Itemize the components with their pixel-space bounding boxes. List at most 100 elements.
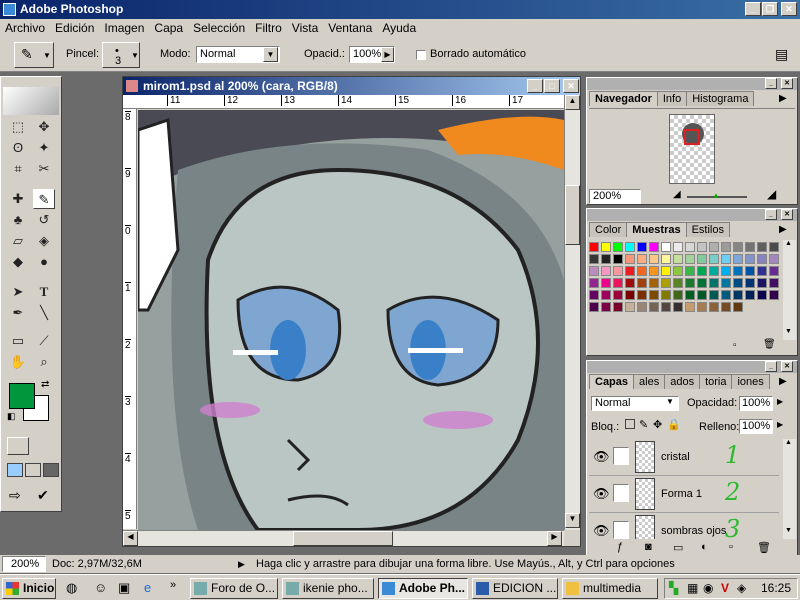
- layers-scrollbar[interactable]: ▲ ▼: [783, 439, 796, 539]
- color-swatch[interactable]: [733, 242, 743, 252]
- maximize-button[interactable]: ❐: [762, 2, 778, 16]
- color-swatch[interactable]: [661, 242, 671, 252]
- scroll-down-arrow-icon[interactable]: ▼: [785, 527, 792, 534]
- color-swatch[interactable]: [733, 266, 743, 276]
- color-swatch[interactable]: [721, 278, 731, 288]
- color-swatch[interactable]: [685, 254, 695, 264]
- line-tool-icon[interactable]: ╲: [33, 303, 55, 323]
- color-swatch[interactable]: [673, 242, 683, 252]
- color-swatch[interactable]: [769, 266, 779, 276]
- color-swatch[interactable]: [697, 278, 707, 288]
- brush-picker[interactable]: • 3 ▼: [102, 42, 140, 68]
- panel-tab[interactable]: toria: [699, 374, 733, 389]
- color-swatch[interactable]: [745, 242, 755, 252]
- color-swatch[interactable]: [745, 254, 755, 264]
- auto-erase-checkbox[interactable]: [416, 50, 426, 60]
- color-swatch[interactable]: [625, 254, 635, 264]
- color-swatch[interactable]: [697, 290, 707, 300]
- color-swatch[interactable]: [661, 290, 671, 300]
- eye-icon[interactable]: 👁: [593, 523, 610, 539]
- edit-in-imageready-icon[interactable]: ✔: [37, 487, 49, 504]
- panel-close-button[interactable]: ✕: [781, 78, 793, 89]
- color-swatch[interactable]: [697, 266, 707, 276]
- doc-close-button[interactable]: ✕: [563, 79, 579, 93]
- color-swatch[interactable]: [661, 266, 671, 276]
- scroll-left-arrow-icon[interactable]: ◀: [123, 531, 138, 546]
- scroll-up-arrow-icon[interactable]: ▲: [785, 439, 792, 446]
- color-swatch[interactable]: [697, 242, 707, 252]
- color-swatch[interactable]: [661, 278, 671, 288]
- lock-all-icon[interactable]: 🔒: [667, 418, 681, 431]
- panel-minimize-button[interactable]: _: [765, 361, 777, 372]
- color-swatch[interactable]: [709, 290, 719, 300]
- color-swatch[interactable]: [613, 302, 623, 312]
- color-swatch[interactable]: [673, 278, 683, 288]
- color-swatch[interactable]: [697, 254, 707, 264]
- color-swatch[interactable]: [625, 278, 635, 288]
- screen-mode-standard-icon[interactable]: [7, 463, 23, 477]
- color-swatch[interactable]: [709, 302, 719, 312]
- color-swatch[interactable]: [733, 254, 743, 264]
- slice-tool-icon[interactable]: ✂: [33, 159, 55, 179]
- color-swatch[interactable]: [745, 290, 755, 300]
- color-swatch[interactable]: [673, 266, 683, 276]
- color-swatch[interactable]: [673, 302, 683, 312]
- menu-item-0[interactable]: Archivo: [0, 19, 50, 38]
- panel-menu-icon[interactable]: ▶: [779, 376, 787, 387]
- layer-link-box[interactable]: [613, 484, 629, 502]
- layer-row[interactable]: 👁 Forma 1 2: [589, 476, 779, 513]
- panel-close-button[interactable]: ✕: [781, 209, 793, 220]
- color-swatch[interactable]: [721, 302, 731, 312]
- color-swatch[interactable]: [685, 290, 695, 300]
- standard-mode-button[interactable]: [7, 437, 29, 455]
- hand-tool-icon[interactable]: ✋: [7, 352, 29, 372]
- color-swatch[interactable]: [625, 266, 635, 276]
- color-swatch[interactable]: [769, 242, 779, 252]
- horizontal-scrollbar[interactable]: ◀ ▶: [123, 530, 564, 546]
- color-swatch[interactable]: [613, 266, 623, 276]
- mode-select[interactable]: Normal ▼: [196, 46, 280, 63]
- opacity-input[interactable]: 100% ▶: [349, 46, 395, 63]
- new-layer-icon[interactable]: ▫: [729, 541, 733, 553]
- lock-paint-icon[interactable]: ✎: [639, 418, 648, 431]
- fill-input[interactable]: 100%: [739, 419, 773, 434]
- color-swatch[interactable]: [721, 254, 731, 264]
- quicklaunch-more-icon[interactable]: »: [170, 579, 176, 591]
- blend-mode-select[interactable]: Normal ▼: [591, 396, 679, 411]
- layer-mask-icon[interactable]: ◙: [645, 541, 652, 553]
- color-swatch[interactable]: [661, 302, 671, 312]
- menu-item-8[interactable]: Ayuda: [377, 19, 421, 38]
- foreground-color-swatch[interactable]: [9, 383, 35, 409]
- color-swatch[interactable]: [649, 290, 659, 300]
- new-swatch-icon[interactable]: ▫: [733, 340, 737, 351]
- color-swatch[interactable]: [649, 266, 659, 276]
- color-swatch[interactable]: [637, 254, 647, 264]
- close-button[interactable]: ✕: [781, 2, 797, 16]
- blur-tool-icon[interactable]: ◆: [7, 252, 29, 272]
- color-swatch[interactable]: [733, 302, 743, 312]
- color-swatch[interactable]: [637, 242, 647, 252]
- color-swatch[interactable]: [733, 278, 743, 288]
- color-swatch[interactable]: [685, 302, 695, 312]
- triangle-right-icon[interactable]: ▶: [777, 397, 783, 406]
- notes-tool-icon[interactable]: ▭: [7, 331, 29, 351]
- color-swatch[interactable]: [601, 254, 611, 264]
- vertical-scrollbar[interactable]: ▲ ▼: [564, 95, 580, 530]
- status-zoom[interactable]: 200%: [2, 556, 46, 572]
- color-swatch[interactable]: [601, 242, 611, 252]
- eyedropper-icon[interactable]: ⟋: [33, 331, 55, 351]
- layer-link-box[interactable]: [613, 447, 629, 465]
- layer-opacity-input[interactable]: 100%: [739, 396, 773, 411]
- magic-wand-icon[interactable]: ✦: [33, 138, 55, 158]
- color-swatch[interactable]: [601, 278, 611, 288]
- quicklaunch-browser-icon[interactable]: ◍: [66, 580, 77, 596]
- new-set-icon[interactable]: ▭: [673, 541, 683, 554]
- jump-to-imageready-icon[interactable]: ⇨: [9, 487, 21, 504]
- color-swatch[interactable]: [613, 242, 623, 252]
- trash-icon[interactable]: 🗑: [763, 339, 776, 350]
- color-swatch[interactable]: [601, 266, 611, 276]
- screen-mode-full-menu-icon[interactable]: [25, 463, 41, 477]
- color-swatch[interactable]: [685, 242, 695, 252]
- color-swatch[interactable]: [649, 302, 659, 312]
- color-swatch[interactable]: [745, 278, 755, 288]
